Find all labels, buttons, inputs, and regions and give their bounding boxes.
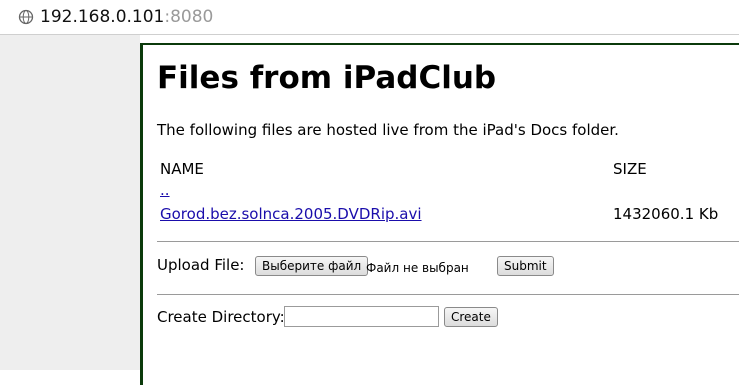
divider bbox=[157, 241, 739, 242]
page-title: Files from iPadClub bbox=[157, 60, 497, 96]
size-column-header: SIZE bbox=[613, 160, 647, 178]
no-file-chosen-text: Файл не выбран bbox=[366, 261, 469, 275]
file-size: 1432060.1 Kb bbox=[613, 205, 719, 223]
address-bar[interactable]: 192.168.0.101:8080 bbox=[0, 0, 739, 35]
parent-directory-link[interactable]: .. bbox=[160, 181, 170, 199]
submit-button[interactable]: Submit bbox=[497, 256, 554, 276]
create-directory-label: Create Directory: bbox=[157, 308, 285, 326]
file-link[interactable]: Gorod.bez.solnca.2005.DVDRip.avi bbox=[160, 205, 422, 223]
directory-name-input[interactable] bbox=[284, 306, 439, 327]
url-port: :8080 bbox=[164, 7, 214, 27]
globe-icon bbox=[18, 9, 34, 25]
url-text[interactable]: 192.168.0.101:8080 bbox=[40, 7, 213, 27]
divider bbox=[157, 294, 739, 295]
url-host: 192.168.0.101 bbox=[40, 7, 165, 27]
choose-file-button[interactable]: Выберите файл bbox=[255, 256, 369, 276]
create-button[interactable]: Create bbox=[444, 307, 498, 327]
name-column-header: NAME bbox=[160, 160, 204, 178]
upload-file-label: Upload File: bbox=[157, 256, 245, 274]
page-margin bbox=[0, 35, 140, 370]
intro-text: The following files are hosted live from… bbox=[157, 121, 619, 139]
